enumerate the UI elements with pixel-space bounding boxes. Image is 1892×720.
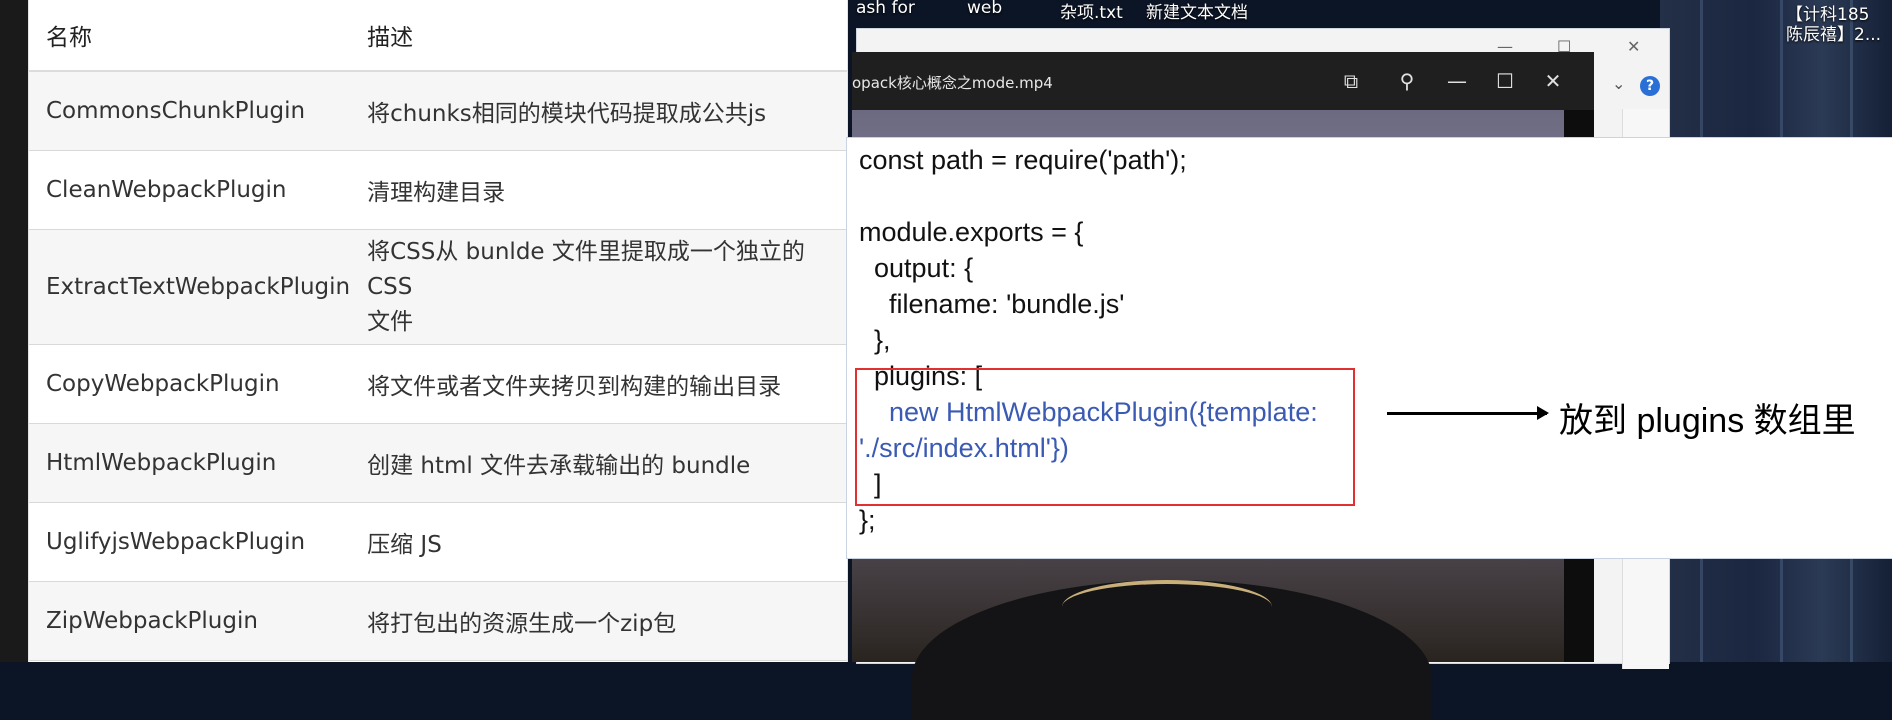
desktop-icon-label[interactable]: web bbox=[967, 0, 1002, 18]
table-row: HtmlWebpackPlugin 创建 html 文件去承载输出的 bundl… bbox=[29, 423, 847, 503]
column-header-name: 名称 bbox=[29, 0, 351, 72]
table-row: CommonsChunkPlugin 将chunks相同的模块代码提取成公共js bbox=[29, 71, 847, 151]
plugin-description: 将CSS从 bunlde 文件里提取成一个独立的CSS 文件 bbox=[350, 229, 847, 345]
plugin-description: 将chunks相同的模块代码提取成公共js bbox=[350, 71, 847, 151]
code-line: module.exports = { bbox=[859, 217, 1084, 247]
minimize-icon[interactable]: — bbox=[1444, 68, 1470, 94]
code-line: }, bbox=[859, 325, 891, 355]
code-line: const path = require('path'); bbox=[859, 145, 1187, 175]
plugin-name: HtmlWebpackPlugin bbox=[29, 423, 351, 503]
table-row: CopyWebpackPlugin 将文件或者文件夹拷贝到构建的输出目录 bbox=[29, 344, 847, 424]
annotation-text: 放到 plugins 数组里 bbox=[1559, 402, 1856, 440]
code-line: filename: 'bundle.js' bbox=[859, 289, 1125, 319]
plugin-doc-table: 名称 描述 CommonsChunkPlugin 将chunks相同的模块代码提… bbox=[28, 0, 848, 662]
arrow-right-icon bbox=[1387, 406, 1549, 420]
video-title: opack核心概念之mode.mp4 bbox=[852, 74, 1053, 92]
chevron-down-icon[interactable]: ⌄ bbox=[1612, 74, 1625, 93]
plugin-description: 将文件或者文件夹拷贝到构建的输出目录 bbox=[350, 344, 847, 424]
plugin-name: CopyWebpackPlugin bbox=[29, 344, 351, 424]
code-line: }; bbox=[859, 505, 876, 535]
pin-icon[interactable]: ⚲ bbox=[1394, 68, 1420, 94]
table-row: ZipWebpackPlugin 将打包出的资源生成一个zip包 bbox=[29, 581, 847, 661]
plugin-name: UglifyjsWebpackPlugin bbox=[29, 502, 351, 582]
table-row: UglifyjsWebpackPlugin 压缩 JS bbox=[29, 502, 847, 582]
picture-in-picture-icon[interactable]: ⧉ bbox=[1338, 68, 1364, 94]
close-icon[interactable]: ✕ bbox=[1540, 68, 1566, 94]
description-line: 将CSS从 bunlde 文件里提取成一个独立的CSS bbox=[367, 238, 805, 300]
description-line: 文件 bbox=[367, 308, 414, 335]
desktop-icon-label[interactable]: 新建文本文档 bbox=[1146, 0, 1248, 23]
column-header-description: 描述 bbox=[350, 0, 847, 72]
plugin-description: 将打包出的资源生成一个zip包 bbox=[350, 581, 847, 661]
player-titlebar: opack核心概念之mode.mp4 ⧉ ⚲ — ☐ ✕ bbox=[852, 52, 1594, 110]
plugin-name: ExtractTextWebpackPlugin bbox=[29, 229, 351, 345]
shirt-collar bbox=[1062, 580, 1272, 634]
plugin-name: CommonsChunkPlugin bbox=[29, 71, 351, 151]
plugin-description: 清理构建目录 bbox=[350, 150, 847, 230]
help-icon[interactable]: ? bbox=[1640, 76, 1660, 96]
code-line: output: { bbox=[859, 253, 974, 283]
highlight-box bbox=[855, 368, 1355, 506]
plugin-name: CleanWebpackPlugin bbox=[29, 150, 351, 230]
table-row: CleanWebpackPlugin 清理构建目录 bbox=[29, 150, 847, 230]
table-row: ExtractTextWebpackPlugin 将CSS从 bunlde 文件… bbox=[29, 229, 847, 345]
maximize-icon[interactable]: ☐ bbox=[1492, 68, 1518, 94]
desktop-icon-label[interactable]: ash for bbox=[856, 0, 915, 18]
desktop-left-edge bbox=[0, 0, 28, 662]
presenter-silhouette bbox=[912, 580, 1432, 720]
desktop-icon-label[interactable]: 杂项.txt bbox=[1060, 0, 1123, 23]
close-icon[interactable]: ✕ bbox=[1627, 37, 1640, 56]
desktop-icon-label[interactable]: 陈辰禧】2... bbox=[1786, 20, 1881, 45]
plugin-description: 压缩 JS bbox=[350, 502, 847, 582]
plugin-name: ZipWebpackPlugin bbox=[29, 581, 351, 661]
plugin-description: 创建 html 文件去承载输出的 bundle bbox=[350, 423, 847, 503]
code-slide: const path = require('path'); module.exp… bbox=[846, 137, 1892, 559]
